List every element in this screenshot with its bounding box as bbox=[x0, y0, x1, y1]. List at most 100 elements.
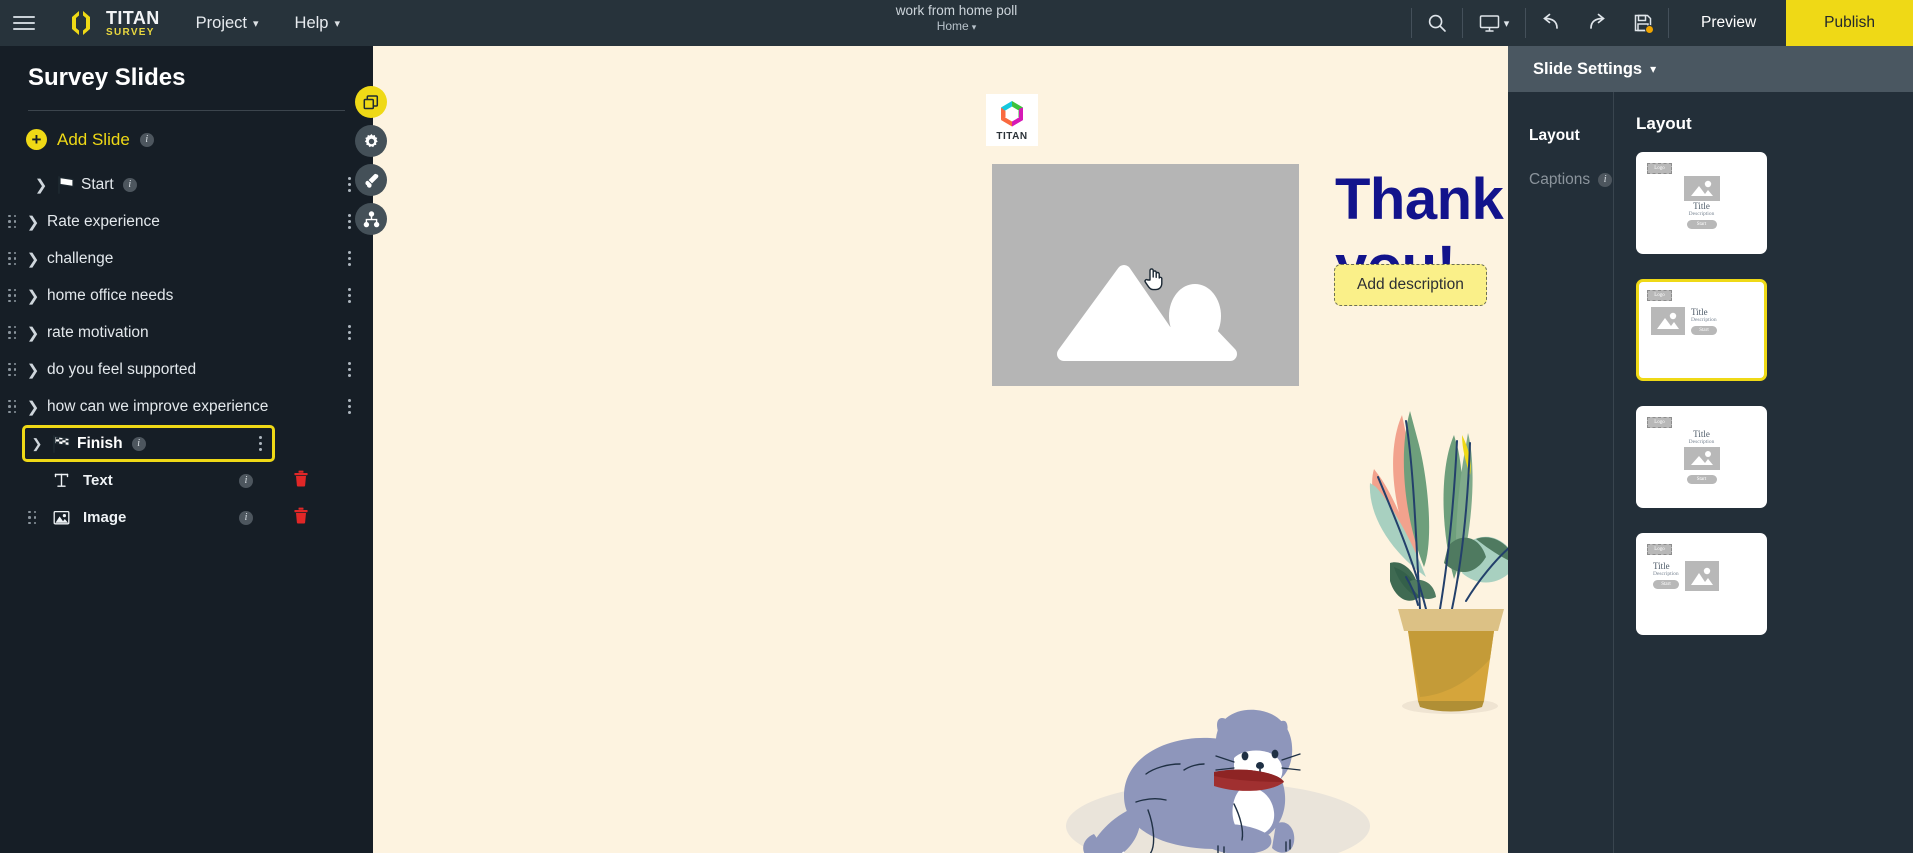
thumb-title: Title bbox=[1653, 561, 1670, 571]
slide-item-label: rate motivation bbox=[47, 323, 149, 341]
settings-nav: Layout Captions i bbox=[1508, 92, 1614, 853]
slide-options-menu[interactable] bbox=[344, 247, 355, 270]
layout-option-image-left[interactable]: Logo Title Description Start bbox=[1636, 279, 1767, 381]
drag-handle-icon[interactable] bbox=[28, 510, 41, 525]
search-icon[interactable] bbox=[1414, 0, 1460, 46]
slide-item-challenge[interactable]: ❯ challenge bbox=[0, 240, 373, 277]
chevron-down-icon: ▾ bbox=[1503, 17, 1510, 30]
titan-logo-word: TITAN bbox=[996, 131, 1028, 142]
duplicate-icon[interactable] bbox=[355, 86, 387, 118]
thumb-description: Description bbox=[1688, 211, 1715, 217]
thumb-title: Title bbox=[1691, 307, 1708, 317]
drag-handle-icon[interactable] bbox=[8, 251, 21, 266]
add-description-button[interactable]: Add description bbox=[1334, 264, 1487, 306]
slide-item-do-you-feel-supported[interactable]: ❯ do you feel supported bbox=[0, 351, 373, 388]
slide-item-finish[interactable]: ❯ Finish i bbox=[22, 425, 275, 462]
thumb-content: Title Description Start bbox=[1651, 307, 1756, 335]
info-icon[interactable]: i bbox=[139, 132, 154, 147]
slide-options-menu[interactable] bbox=[344, 395, 355, 418]
thumb-image-placeholder bbox=[1683, 447, 1720, 470]
settings-nav-captions[interactable]: Captions i bbox=[1508, 158, 1613, 202]
slide-item-label: how can we improve experience bbox=[47, 397, 269, 415]
titan-logo[interactable]: TITAN bbox=[986, 94, 1038, 146]
layout-thumbnail-list: Logo Title Description Start Logo Title … bbox=[1636, 152, 1913, 635]
chevron-down-icon: ▾ bbox=[1650, 62, 1657, 76]
info-icon[interactable]: i bbox=[131, 436, 146, 451]
chevron-right-icon[interactable]: ❯ bbox=[21, 250, 45, 268]
slide-options-menu[interactable] bbox=[255, 432, 266, 455]
thumb-start-button: Start bbox=[1653, 580, 1679, 589]
chevron-down-icon[interactable]: ❯ bbox=[25, 436, 49, 452]
slide-element-text[interactable]: Text i bbox=[0, 462, 373, 499]
chevron-right-icon[interactable]: ❯ bbox=[21, 287, 45, 305]
drag-handle-icon[interactable] bbox=[8, 288, 21, 303]
info-icon[interactable]: i bbox=[239, 510, 253, 525]
drag-handle-icon[interactable] bbox=[8, 399, 21, 414]
settings-nav-captions-label: Captions bbox=[1529, 171, 1591, 188]
slide-item-label: Finish bbox=[77, 434, 123, 452]
settings-nav-layout[interactable]: Layout bbox=[1508, 114, 1613, 158]
drag-handle-icon[interactable] bbox=[8, 214, 21, 229]
slide-item-how-can-we-improve-experience[interactable]: ❯ how can we improve experience bbox=[0, 388, 373, 425]
slide-item-label: Start bbox=[81, 175, 114, 193]
slide-item-home-office-needs[interactable]: ❯ home office needs bbox=[0, 277, 373, 314]
drag-handle-icon[interactable] bbox=[8, 362, 21, 377]
slide-settings-body: Layout Captions i Layout Logo Title Desc… bbox=[1508, 92, 1913, 853]
logic-tree-icon[interactable] bbox=[355, 203, 387, 235]
thumb-description: Description bbox=[1691, 317, 1717, 323]
pointer-hand-cursor bbox=[1143, 264, 1167, 297]
slide-settings-header[interactable]: Slide Settings ▾ bbox=[1508, 46, 1913, 92]
redo-icon[interactable] bbox=[1574, 0, 1620, 46]
trash-icon[interactable] bbox=[293, 470, 309, 492]
slide-item-label: do you feel supported bbox=[47, 360, 197, 378]
thumb-title: Title bbox=[1693, 201, 1710, 211]
slide-element-image[interactable]: Image i bbox=[0, 499, 373, 536]
slide-options-menu[interactable] bbox=[344, 358, 355, 381]
slide-options-menu[interactable] bbox=[344, 321, 355, 344]
save-icon[interactable] bbox=[1620, 0, 1666, 46]
slide-item-label: Rate experience bbox=[47, 212, 160, 230]
slide-options-menu[interactable] bbox=[344, 173, 355, 196]
info-icon[interactable]: i bbox=[239, 473, 253, 488]
chevron-right-icon[interactable]: ❯ bbox=[21, 213, 45, 231]
main-body: Survey Slides + Add Slide i ❯ Start i ❯ … bbox=[0, 46, 1913, 853]
brush-icon[interactable] bbox=[355, 164, 387, 196]
thumb-text-col: Title Description Start bbox=[1691, 307, 1717, 335]
chevron-right-icon[interactable]: ❯ bbox=[21, 324, 45, 342]
chevron-right-icon[interactable]: ❯ bbox=[21, 398, 45, 416]
slide-list: ❯ Start i ❯ Rate experience ❯ challenge … bbox=[0, 166, 373, 536]
slide-options-menu[interactable] bbox=[344, 284, 355, 307]
slide-settings-panel: Slide Settings ▾ Layout Captions i Layou… bbox=[1508, 46, 1913, 853]
slide-item-start[interactable]: ❯ Start i bbox=[0, 166, 373, 203]
layout-section-title: Layout bbox=[1636, 114, 1692, 133]
app-root: TITAN SURVEY Project ▾ Help ▾ work from … bbox=[0, 0, 1913, 853]
layout-option-image-right[interactable]: Logo Title Description Start bbox=[1636, 533, 1767, 635]
trash-icon[interactable] bbox=[293, 507, 309, 529]
slide-item-rate-experience[interactable]: ❯ Rate experience bbox=[0, 203, 373, 240]
drag-handle-icon[interactable] bbox=[8, 325, 21, 340]
slide-element-label: Text bbox=[83, 472, 113, 489]
slide-canvas[interactable]: TITAN Thank you! Add description bbox=[373, 46, 1508, 853]
add-slide-label: Add Slide bbox=[57, 129, 130, 149]
add-slide-button[interactable]: + Add Slide i bbox=[0, 111, 373, 150]
chevron-right-icon[interactable]: ❯ bbox=[21, 361, 45, 379]
info-icon[interactable]: i bbox=[122, 177, 137, 192]
chevron-right-icon[interactable]: ❯ bbox=[29, 176, 53, 194]
document-breadcrumb-label: Home bbox=[936, 19, 969, 33]
slide-item-rate-motivation[interactable]: ❯ rate motivation bbox=[0, 314, 373, 351]
checkered-flag-icon bbox=[49, 434, 75, 453]
gear-icon[interactable] bbox=[355, 125, 387, 157]
slide-settings-title: Slide Settings bbox=[1533, 59, 1643, 78]
device-preview-selector[interactable]: ▾ bbox=[1465, 0, 1523, 46]
layout-option-centered-image-top[interactable]: Logo Title Description Start bbox=[1636, 152, 1767, 254]
undo-icon[interactable] bbox=[1528, 0, 1574, 46]
thumb-logo-placeholder: Logo bbox=[1647, 163, 1672, 174]
layout-option-title-above-image[interactable]: Logo Title Description Start bbox=[1636, 406, 1767, 508]
sleeping-cat-illustration bbox=[1028, 706, 1408, 853]
layout-section: Layout Logo Title Description Start Logo… bbox=[1614, 92, 1913, 853]
info-icon[interactable]: i bbox=[1598, 173, 1613, 187]
thumb-description: Description bbox=[1688, 439, 1715, 445]
slide-options-menu[interactable] bbox=[344, 210, 355, 233]
thumb-image-placeholder bbox=[1651, 307, 1685, 335]
unsaved-changes-badge bbox=[1645, 25, 1655, 34]
